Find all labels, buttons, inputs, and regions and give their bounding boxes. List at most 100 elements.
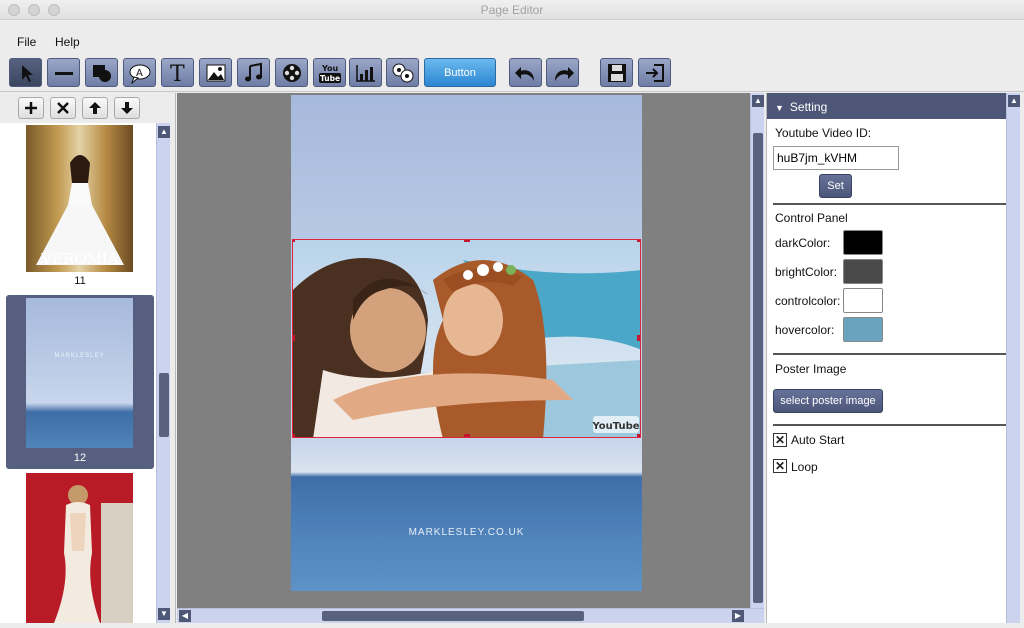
music-tool-button[interactable] [237, 58, 270, 87]
canvas-vertical-scrollbar[interactable]: ▲ [750, 93, 764, 608]
divider [773, 353, 1016, 355]
pages-toolbar [18, 97, 140, 119]
page-thumbnail-image: VEROMIA [26, 125, 133, 272]
youtube-icon-top-text: You [321, 64, 339, 73]
delete-page-button[interactable] [50, 97, 76, 119]
control-color-label: controlcolor: [775, 294, 841, 308]
redo-icon [554, 66, 574, 81]
shape-tool-button[interactable] [85, 58, 118, 87]
resize-handle-e[interactable] [637, 335, 640, 341]
pointer-icon [21, 64, 33, 82]
text-icon: T [170, 62, 185, 84]
settings-scrollbar[interactable]: ▲ [1006, 93, 1020, 623]
settings-header-label: Setting [789, 100, 828, 114]
dark-color-label: darkColor: [775, 236, 831, 250]
button-tool-button[interactable]: Button [424, 58, 496, 87]
save-button[interactable] [600, 58, 633, 87]
resize-handle-s[interactable] [464, 434, 470, 437]
page-thumbnail-selected[interactable]: MARKLESLEY 12 [6, 295, 154, 469]
scroll-right-arrow-icon[interactable]: ▶ [732, 610, 744, 622]
text-tool-button[interactable]: T [161, 58, 194, 87]
thumbnail-caption: MARKLESLEY [54, 353, 105, 359]
line-tool-button[interactable] [47, 58, 80, 87]
video-poster: YouTube [293, 240, 640, 437]
bride-back-photo [26, 473, 133, 623]
undo-icon [514, 66, 534, 81]
canvas-vscroll-thumb[interactable] [753, 133, 763, 603]
music-icon [244, 62, 262, 81]
comment-bubble-icon: A [129, 64, 150, 84]
poster-image-label: Poster Image [775, 362, 847, 376]
bride-photo: VEROMIA [36, 155, 124, 268]
resize-handle-w[interactable] [293, 335, 295, 341]
set-video-id-button[interactable]: Set [819, 174, 852, 198]
dark-color-swatch[interactable] [843, 230, 883, 255]
undo-button[interactable] [509, 58, 542, 87]
quiz-icon [392, 63, 413, 82]
page-thumbnail-list: VEROMIA 11 MARKLESLEY 12 [0, 123, 156, 623]
hover-color-swatch[interactable] [843, 317, 883, 342]
add-icon [25, 102, 37, 114]
editor-canvas[interactable]: MARKLESLEY.CO.UK YouTube [177, 93, 750, 608]
youtube-watermark-text: YouTube [591, 421, 639, 432]
pages-scroll-thumb[interactable] [159, 373, 169, 437]
page-site-text[interactable]: MARKLESLEY.CO.UK [291, 527, 642, 538]
chart-tool-button[interactable] [349, 58, 382, 87]
page-thumbnail[interactable]: VEROMIA 11 [6, 123, 154, 293]
auto-start-checkbox[interactable]: ✕ [773, 433, 787, 447]
export-button[interactable] [638, 58, 671, 87]
video-reel-icon [282, 63, 301, 82]
scroll-up-arrow-icon[interactable]: ▲ [158, 126, 170, 138]
resize-handle-nw[interactable] [293, 240, 295, 242]
video-id-input[interactable] [773, 146, 899, 170]
settings-header[interactable]: ▼ Setting [767, 93, 1020, 119]
resize-handle-ne[interactable] [637, 240, 640, 242]
scroll-left-arrow-icon[interactable]: ◀ [179, 610, 191, 622]
redo-button[interactable] [546, 58, 579, 87]
pointer-tool-button[interactable] [9, 58, 42, 87]
scroll-up-arrow-icon[interactable]: ▲ [752, 95, 764, 107]
line-icon [54, 71, 73, 75]
collapse-triangle-icon: ▼ [775, 103, 784, 113]
divider [773, 203, 1016, 205]
svg-text:A: A [136, 68, 143, 79]
toolbar: A T You Tube Button [0, 54, 1024, 92]
youtube-video-element[interactable]: YouTube [292, 239, 641, 438]
resize-handle-se[interactable] [637, 434, 640, 437]
move-page-up-button[interactable] [82, 97, 108, 119]
move-down-icon [121, 102, 133, 114]
move-up-icon [89, 102, 101, 114]
youtube-icon-bottom-text: Tube [320, 74, 340, 83]
pages-panel: VEROMIA 11 MARKLESLEY 12 ▲ ▼ [0, 93, 176, 623]
shape-icon [92, 64, 111, 82]
quiz-tool-button[interactable] [386, 58, 419, 87]
menu-file[interactable]: File [17, 35, 36, 49]
youtube-watermark: YouTube [591, 416, 640, 433]
bright-color-swatch[interactable] [843, 259, 883, 284]
resize-handle-sw[interactable] [293, 434, 295, 437]
page-thumbnail[interactable] [6, 473, 154, 623]
pages-scrollbar[interactable]: ▲ ▼ [156, 123, 170, 623]
chart-icon [355, 64, 375, 82]
menu-bar: File Help [0, 20, 1024, 54]
video-tool-button[interactable] [275, 58, 308, 87]
move-page-down-button[interactable] [114, 97, 140, 119]
image-icon [206, 64, 225, 81]
control-color-swatch[interactable] [843, 288, 883, 313]
youtube-icon: You Tube [318, 64, 341, 83]
image-tool-button[interactable] [199, 58, 232, 87]
scroll-up-arrow-icon[interactable]: ▲ [1008, 95, 1020, 107]
page-thumbnail-image: MARKLESLEY [26, 298, 133, 448]
add-page-button[interactable] [18, 97, 44, 119]
comment-tool-button[interactable]: A [123, 58, 156, 87]
select-poster-image-button[interactable]: select poster image [773, 389, 883, 413]
settings-panel: ▼ Setting Youtube Video ID: Set Control P… [766, 93, 1020, 623]
scroll-down-arrow-icon[interactable]: ▼ [158, 608, 170, 620]
menu-help[interactable]: Help [55, 35, 80, 49]
resize-handle-n[interactable] [464, 240, 470, 242]
canvas-hscroll-thumb[interactable] [322, 611, 584, 621]
canvas-horizontal-scrollbar[interactable]: ◀ ▶ [177, 608, 764, 623]
loop-checkbox[interactable]: ✕ [773, 459, 787, 473]
save-icon [607, 63, 626, 82]
youtube-tool-button[interactable]: You Tube [313, 58, 346, 87]
